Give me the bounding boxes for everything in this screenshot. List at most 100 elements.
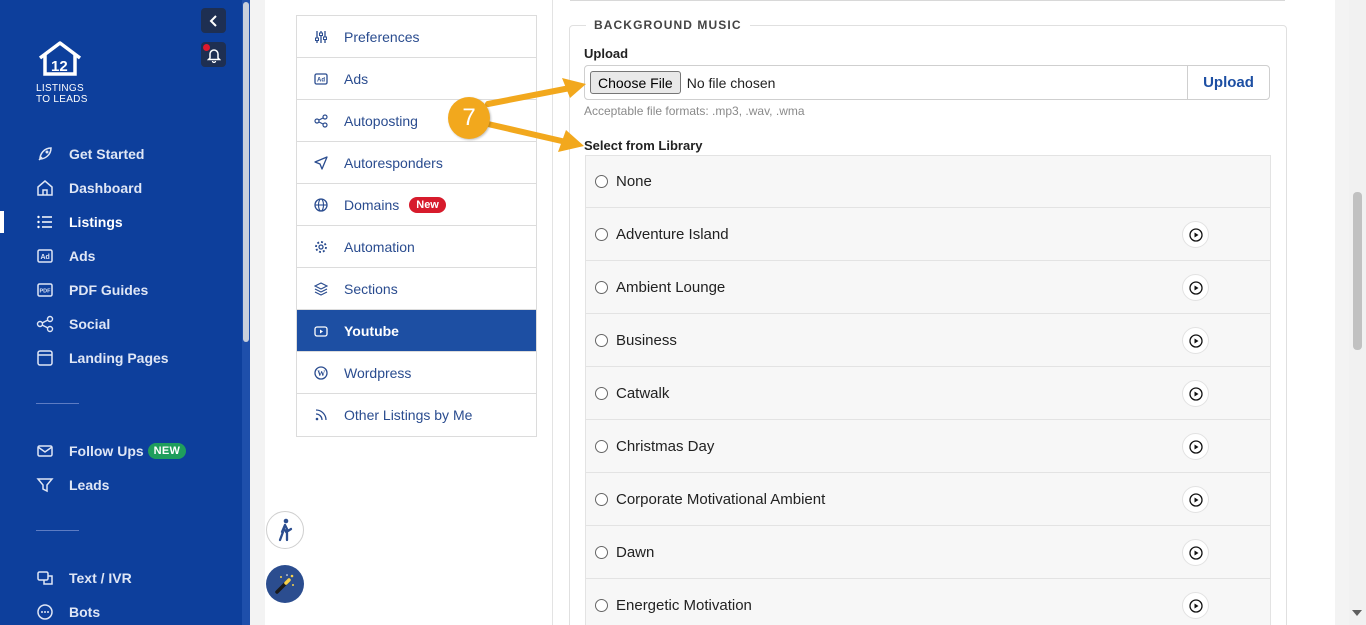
play-button[interactable]: [1182, 592, 1209, 619]
sidebar-item-bots[interactable]: Bots: [0, 595, 242, 625]
home-icon: [36, 179, 54, 197]
sidebar-item-listings[interactable]: Listings: [0, 205, 242, 239]
page-scrollbar[interactable]: [1349, 0, 1366, 625]
pdf-icon: PDF: [36, 281, 54, 299]
play-button[interactable]: [1182, 433, 1209, 460]
new-badge: New: [409, 196, 446, 213]
track-name: Adventure Island: [616, 225, 729, 243]
library-track-row[interactable]: Corporate Motivational Ambient: [586, 473, 1270, 526]
track-radio[interactable]: [595, 439, 608, 453]
play-button[interactable]: [1182, 274, 1209, 301]
ad-icon: Ad: [313, 71, 329, 87]
page-scrollbar-thumb[interactable]: [1353, 192, 1362, 350]
menu-item-label: Youtube: [344, 322, 399, 339]
sidebar-nav: Get Started Dashboard Listings Ad Ads PD…: [0, 137, 242, 625]
menu-item-sections[interactable]: Sections: [297, 268, 536, 310]
play-icon: [1188, 280, 1203, 295]
sidebar-item-social[interactable]: Social: [0, 307, 242, 341]
menu-item-wordpress[interactable]: W Wordpress: [297, 352, 536, 394]
scroll-down-arrow-icon[interactable]: [1352, 610, 1362, 616]
play-button[interactable]: [1182, 380, 1209, 407]
sidebar-scrollbar[interactable]: [242, 0, 250, 625]
step-callout: 7: [448, 97, 490, 139]
chevron-left-icon: [209, 14, 217, 27]
library-track-row[interactable]: Energetic Motivation: [586, 579, 1270, 625]
notifications-button[interactable]: [201, 42, 226, 67]
track-radio[interactable]: [595, 227, 608, 241]
library-track-row[interactable]: Ambient Lounge: [586, 261, 1270, 314]
play-icon: [1188, 545, 1203, 560]
accessibility-button[interactable]: [266, 511, 304, 549]
track-radio[interactable]: [595, 492, 608, 506]
sidebar-item-label: Text / IVR: [69, 570, 132, 586]
library-label: Select from Library: [584, 138, 703, 153]
music-library-list: None Adventure Island Ambient Lounge Bus…: [585, 155, 1271, 625]
sidebar-item-ads[interactable]: Ad Ads: [0, 239, 242, 273]
sidebar-item-landing-pages[interactable]: Landing Pages: [0, 341, 242, 375]
track-radio[interactable]: [595, 333, 608, 347]
play-icon: [1188, 439, 1203, 454]
track-name: Business: [616, 331, 677, 349]
menu-item-label: Preferences: [344, 28, 420, 45]
upload-button[interactable]: Upload: [1187, 66, 1269, 99]
sidebar-item-label: Landing Pages: [69, 350, 169, 366]
play-button[interactable]: [1182, 486, 1209, 513]
library-track-row[interactable]: Adventure Island: [586, 208, 1270, 261]
sidebar-item-label: Leads: [69, 477, 110, 493]
magic-wand-button[interactable]: [266, 565, 304, 603]
library-track-row[interactable]: Dawn: [586, 526, 1270, 579]
menu-item-other-listings[interactable]: Other Listings by Me: [297, 394, 536, 436]
sidebar-item-pdf-guides[interactable]: PDF PDF Guides: [0, 273, 242, 307]
walking-person-icon: [278, 518, 293, 542]
svg-text:W: W: [317, 369, 325, 378]
menu-item-domains[interactable]: Domains New: [297, 184, 536, 226]
sidebar-item-leads[interactable]: Leads: [0, 468, 242, 502]
menu-item-youtube[interactable]: Youtube: [297, 310, 536, 352]
track-radio[interactable]: [595, 175, 608, 188]
upload-label: Upload: [584, 46, 629, 61]
sidebar-item-text-ivr[interactable]: Text / IVR: [0, 561, 242, 595]
svg-text:PDF: PDF: [40, 289, 52, 295]
bot-icon: [36, 603, 54, 621]
library-track-row[interactable]: Catwalk: [586, 367, 1270, 420]
sidebar-item-get-started[interactable]: Get Started: [0, 137, 242, 171]
chat-icon: [36, 569, 54, 587]
track-radio[interactable]: [595, 545, 608, 559]
sidebar: 12 LISTINGS TO LEADS Get Started Dashboa…: [0, 0, 250, 625]
globe-icon: [313, 197, 329, 213]
filter-icon: [36, 476, 54, 494]
track-radio[interactable]: [595, 386, 608, 400]
menu-item-preferences[interactable]: Preferences: [297, 16, 536, 58]
rss-icon: [313, 407, 329, 423]
track-radio[interactable]: [595, 280, 608, 294]
play-button[interactable]: [1182, 539, 1209, 566]
send-icon: [313, 155, 329, 171]
sidebar-scrollbar-thumb[interactable]: [243, 2, 249, 342]
play-button[interactable]: [1182, 221, 1209, 248]
logo[interactable]: 12 LISTINGS TO LEADS: [36, 40, 96, 105]
library-track-row[interactable]: Christmas Day: [586, 420, 1270, 473]
wordpress-icon: W: [313, 365, 329, 381]
svg-text:Ad: Ad: [317, 77, 325, 83]
sidebar-item-follow-ups[interactable]: Follow Ups NEW: [0, 434, 242, 468]
notification-dot: [203, 44, 210, 51]
menu-item-label: Ads: [344, 70, 369, 87]
mail-icon: [36, 442, 54, 460]
track-radio[interactable]: [595, 598, 608, 612]
play-icon: [1188, 386, 1203, 401]
sidebar-item-dashboard[interactable]: Dashboard: [0, 171, 242, 205]
track-name: Ambient Lounge: [616, 278, 726, 296]
share-icon: [313, 113, 329, 129]
track-name: Dawn: [616, 543, 655, 561]
file-format-hint: Acceptable file formats: .mp3, .wav, .wm…: [584, 104, 805, 118]
sidebar-item-label: Get Started: [69, 146, 145, 162]
play-button[interactable]: [1182, 327, 1209, 354]
collapse-sidebar-button[interactable]: [201, 8, 226, 33]
library-track-row[interactable]: None: [586, 156, 1270, 208]
choose-file-button[interactable]: Choose File: [590, 71, 681, 94]
play-icon: [1188, 333, 1203, 348]
menu-item-automation[interactable]: Automation: [297, 226, 536, 268]
logo-text: LISTINGS TO LEADS: [36, 83, 96, 105]
track-name: Catwalk: [616, 384, 670, 402]
library-track-row[interactable]: Business: [586, 314, 1270, 367]
